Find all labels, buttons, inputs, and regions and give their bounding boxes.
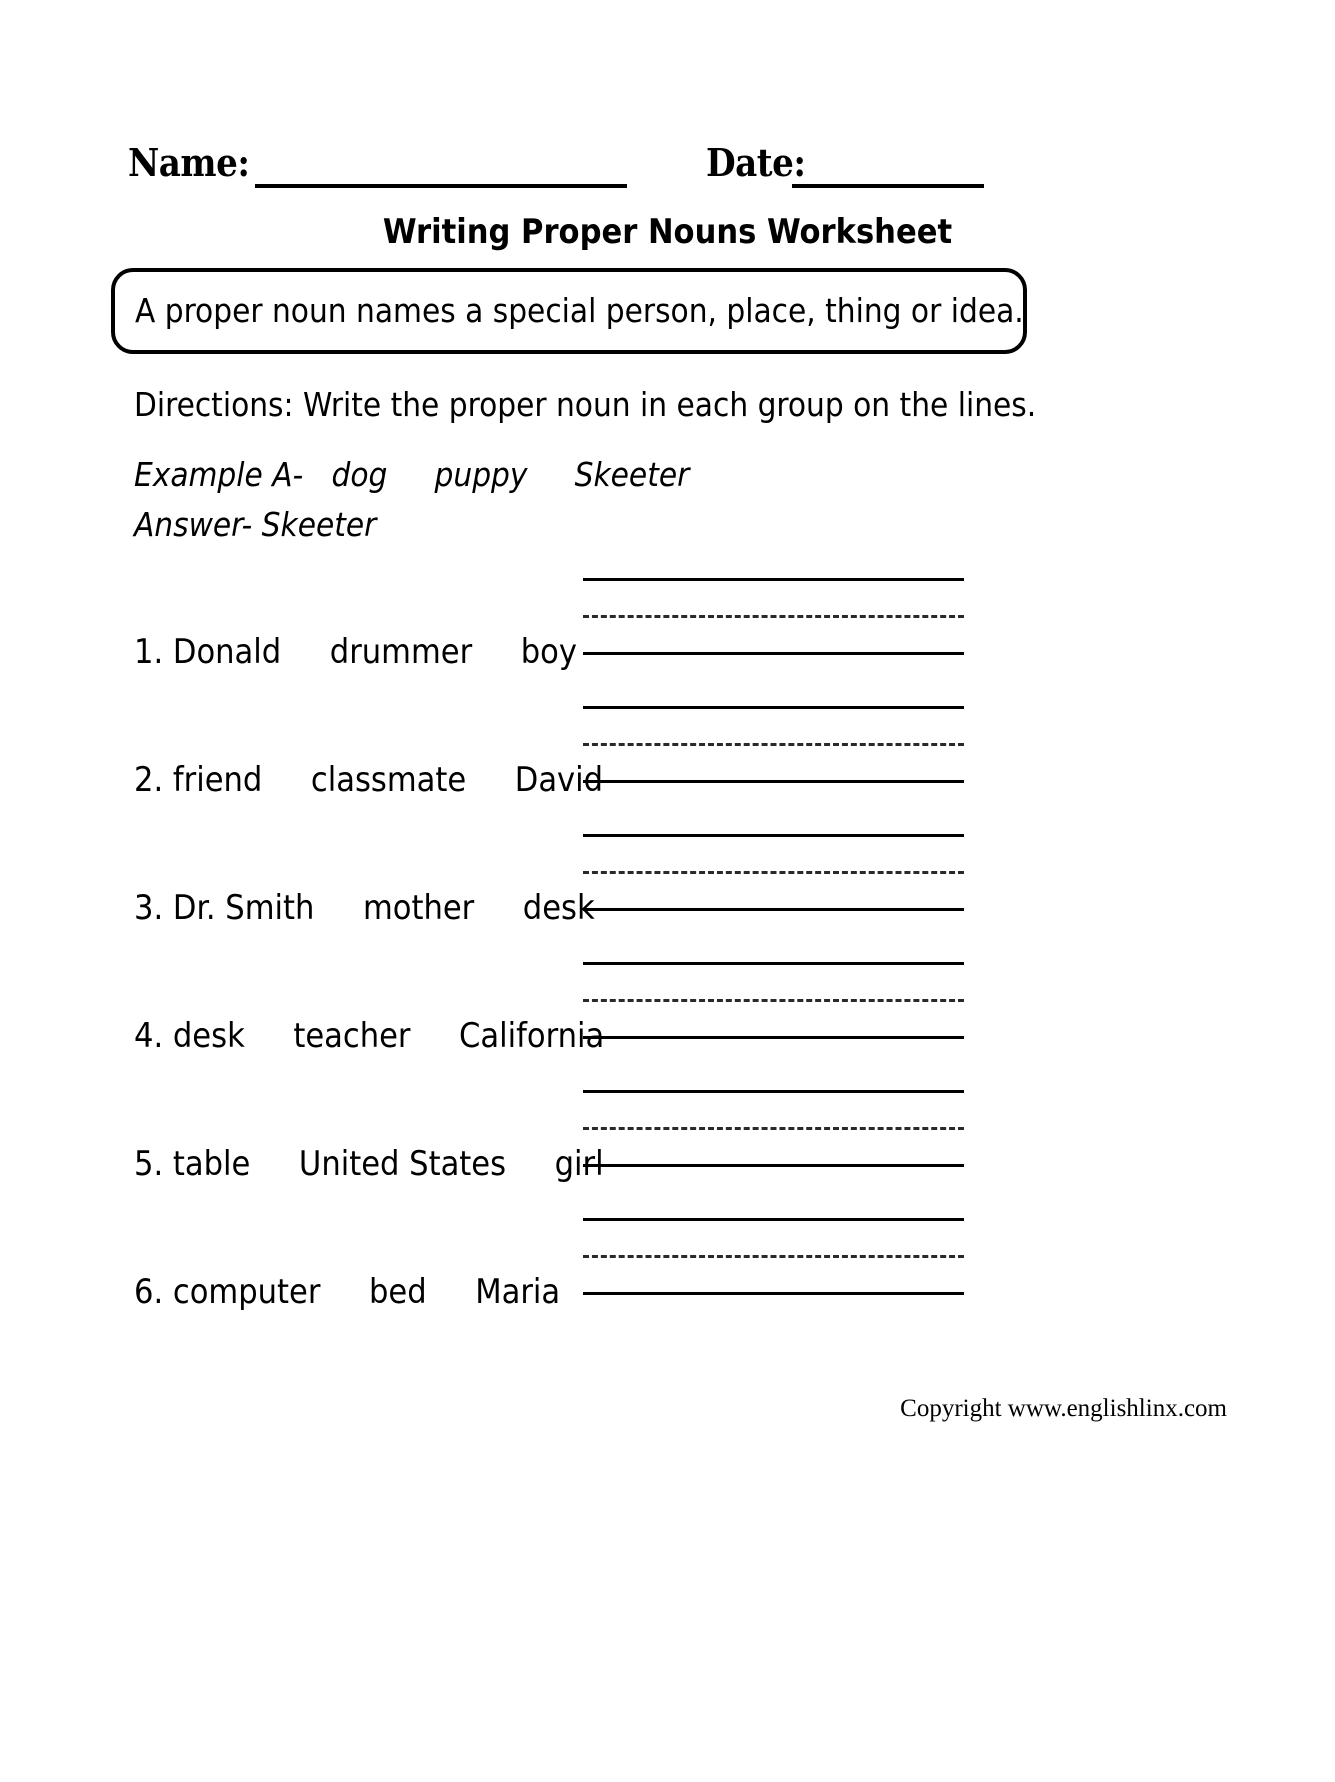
guide-line-dashed-mid-5[interactable]	[583, 1127, 964, 1130]
worksheet-page: Name: Date: Writing Proper Nouns Workshe…	[0, 0, 1335, 1782]
guide-line-dashed-mid-4[interactable]	[583, 999, 964, 1002]
guide-line-solid-top-5[interactable]	[583, 1090, 964, 1093]
guide-line-baseline-1[interactable]	[583, 652, 964, 655]
question-item-6: 6. computer bed Maria	[134, 1272, 561, 1312]
guide-line-solid-top-2[interactable]	[583, 706, 964, 709]
guide-line-baseline-5[interactable]	[583, 1164, 964, 1167]
writing-lines-group: 1. Donald drummer boy 2. friend classmat…	[0, 0, 1335, 1782]
copyright-notice: Copyright www.englishlinx.com	[900, 1395, 1227, 1422]
question-item-4: 4. desk teacher California	[134, 1016, 605, 1056]
guide-line-solid-top-4[interactable]	[583, 962, 964, 965]
guide-line-dashed-mid-6[interactable]	[583, 1255, 964, 1258]
question-item-5: 5. table United States girl	[134, 1144, 604, 1184]
guide-line-baseline-3[interactable]	[583, 908, 964, 911]
question-item-1: 1. Donald drummer boy	[134, 632, 577, 672]
guide-line-dashed-mid-3[interactable]	[583, 871, 964, 874]
guide-line-baseline-4[interactable]	[583, 1036, 964, 1039]
guide-line-solid-top-6[interactable]	[583, 1218, 964, 1221]
guide-line-dashed-mid-1[interactable]	[583, 615, 964, 618]
guide-line-dashed-mid-2[interactable]	[583, 743, 964, 746]
question-item-2: 2. friend classmate David	[134, 760, 604, 800]
guide-line-baseline-6[interactable]	[583, 1292, 964, 1295]
guide-line-solid-top-1[interactable]	[583, 578, 964, 581]
question-item-3: 3. Dr. Smith mother desk	[134, 888, 595, 928]
guide-line-baseline-2[interactable]	[583, 780, 964, 783]
guide-line-solid-top-3[interactable]	[583, 834, 964, 837]
